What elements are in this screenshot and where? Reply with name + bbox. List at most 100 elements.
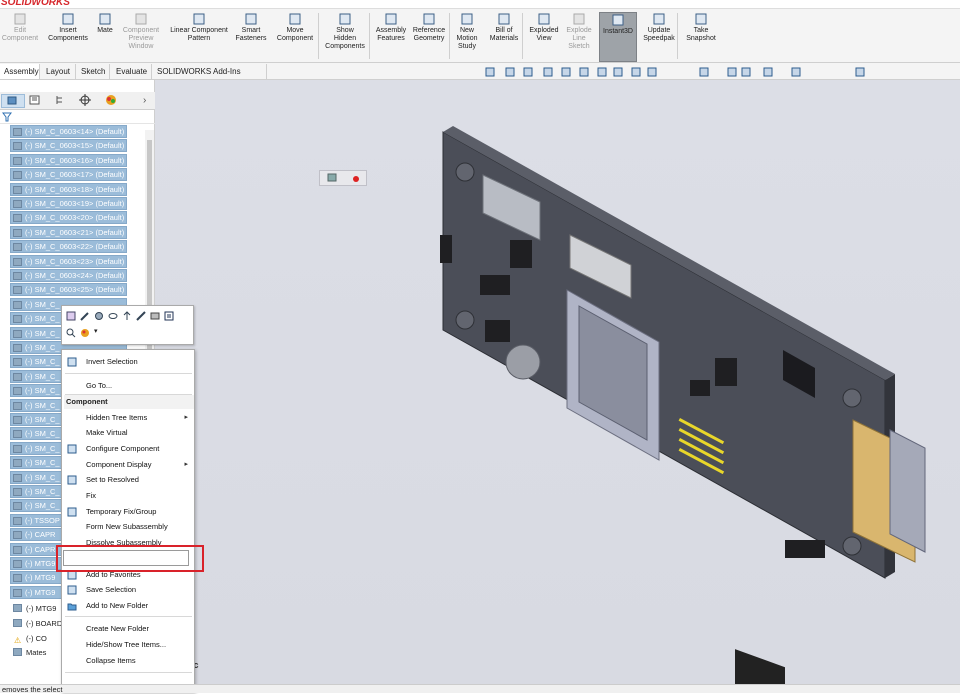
instant3d-button[interactable]: Instant3D — [599, 12, 637, 62]
view-orientation-icon[interactable] — [579, 67, 589, 77]
component-icon — [13, 257, 22, 266]
mate-button[interactable]: Mate — [94, 12, 116, 62]
reference-geometry-button[interactable]: Reference Geometry — [410, 12, 448, 62]
bill-of-materials-button[interactable]: Bill of Materials — [486, 12, 522, 62]
tree-item[interactable]: (-) SM_C_0603<14> (Default) — [10, 125, 127, 138]
pan-icon[interactable] — [741, 67, 751, 77]
smart-fasteners-icon — [245, 13, 257, 25]
menu-item-set-to-resolved[interactable]: Set to Resolved — [62, 472, 194, 487]
new-motion-study-button[interactable]: New Motion Study — [452, 12, 482, 62]
menu-item-collapse-items[interactable]: Collapse Items — [62, 653, 194, 668]
menu-item-add-to-new-folder[interactable]: Add to New Folder — [62, 598, 194, 613]
exploded-view-button[interactable]: Exploded View — [525, 12, 563, 62]
menu-item-hide-show-tree-items[interactable]: Hide/Show Tree Items... — [62, 637, 194, 652]
tab-evaluate[interactable]: Evaluate — [112, 64, 152, 79]
open-part-icon[interactable] — [136, 311, 146, 321]
menu-item-fix[interactable]: Fix — [62, 488, 194, 503]
pcb-model-render[interactable] — [155, 80, 960, 694]
previous-view-icon[interactable] — [523, 67, 533, 77]
zoom-icon[interactable] — [763, 67, 773, 77]
menu-item-invert-selection[interactable]: Invert Selection — [62, 354, 194, 369]
tree-item[interactable]: (-) SM_C_0603<16> (Default) — [10, 153, 127, 167]
change-transparency-icon[interactable] — [122, 311, 132, 321]
configuration-manager-tab-icon[interactable] — [49, 94, 73, 108]
menu-item-hidden-tree-items[interactable]: Hidden Tree Items ▸ — [62, 410, 194, 425]
tab-layout[interactable]: Layout — [42, 64, 76, 79]
take-snapshot-button[interactable]: Take Snapshot — [680, 12, 722, 62]
update-speedpak-button[interactable]: Update Speedpak — [641, 12, 677, 62]
tab-assembly[interactable]: Assembly — [0, 64, 40, 79]
tree-item[interactable]: (-) SM_C_0603<18> (Default) — [10, 182, 127, 196]
tree-item[interactable]: (-) SM_C_0603<25> (Default) — [10, 283, 127, 297]
tree-item-label: (-) SM_C_ — [25, 371, 60, 381]
property-manager-tab-icon[interactable] — [24, 94, 48, 108]
display-style-icon[interactable] — [597, 67, 607, 77]
apply-scene-icon[interactable] — [647, 67, 657, 77]
tree-item[interactable]: (-) SM_C_0603<20> (Default) — [10, 211, 127, 225]
view-settings-icon[interactable] — [699, 67, 709, 77]
edit-sketch-icon[interactable] — [80, 311, 90, 321]
monitor-icon[interactable] — [791, 67, 801, 77]
tree-item[interactable]: (-) SM_C_0603<22> (Default) — [10, 240, 127, 254]
move-component-icon — [289, 13, 301, 25]
section-view-icon[interactable] — [543, 67, 553, 77]
tree-filter-row[interactable] — [0, 110, 155, 124]
menu-item-goto[interactable]: Go To... — [62, 378, 194, 393]
menu-item-save-selection[interactable]: Save Selection — [62, 582, 194, 597]
tree-item[interactable]: (-) SM_C_0603<17> (Default) — [10, 168, 127, 182]
tree-item[interactable]: ⚠ (-) CO — [12, 632, 47, 645]
display-manager-tab-icon[interactable] — [100, 94, 124, 108]
tab-sketch[interactable]: Sketch — [77, 64, 110, 79]
edit-component-button[interactable]: Edit Component — [0, 12, 40, 62]
tree-item-mates[interactable]: Mates — [12, 646, 46, 659]
tree-item[interactable]: (-) SM_C_0603<23> (Default) — [10, 254, 127, 268]
smart-fasteners-button[interactable]: Smart Fasteners — [235, 12, 267, 62]
dynamic-annotation-icon[interactable] — [561, 67, 571, 77]
insert-components-button[interactable]: Insert Components — [44, 12, 92, 62]
filter-icon[interactable] — [2, 112, 12, 122]
tree-item[interactable]: (-) SM_C_0603<15> (Default) — [10, 139, 127, 153]
tree-item[interactable]: (-) SM_C_0603<24> (Default) — [10, 269, 127, 282]
graphics-viewport[interactable]: ic — [155, 80, 960, 694]
appearance-dropdown-arrow-icon[interactable]: ▾ — [94, 327, 98, 335]
hide-show-items-icon[interactable] — [613, 67, 623, 77]
tab-solidworks-add-ins[interactable]: SOLIDWORKS Add-Ins — [153, 64, 267, 79]
feature-manager-tab-icon[interactable] — [1, 94, 25, 108]
tree-item-label: (-) SM_C_0603<14> (Default) — [25, 127, 125, 136]
menu-item-configure-component[interactable]: Configure Component — [62, 441, 194, 456]
menu-item-make-virtual[interactable]: Make Virtual — [62, 425, 194, 440]
hide-component-icon[interactable] — [108, 311, 118, 321]
menu-item-label: Collapse Items — [86, 656, 136, 665]
component-properties-icon[interactable] — [164, 311, 174, 321]
show-hidden-components-button[interactable]: Show Hidden Components — [325, 12, 365, 62]
zoom-to-fit-icon[interactable] — [485, 67, 495, 77]
linear-component-pattern-button[interactable]: Linear Component Pattern — [164, 12, 234, 62]
zoom-to-area-icon[interactable] — [505, 67, 515, 77]
appearance-icon[interactable] — [80, 328, 90, 338]
dimxpert-tab-icon[interactable] — [74, 94, 98, 108]
menu-item-temporary-fix[interactable]: Temporary Fix/Group — [62, 504, 194, 519]
tree-item[interactable]: (-) BOARD — [12, 617, 62, 630]
edit-appearance-icon[interactable] — [631, 67, 641, 77]
tree-item[interactable]: (-) SM_C_0603<21> (Default) — [10, 225, 127, 239]
tree-item[interactable]: (-) SM_C_0603<19> (Default) — [10, 197, 127, 210]
menu-item-create-new-folder[interactable]: Create New Folder — [62, 621, 194, 636]
edit-part-icon[interactable] — [66, 311, 76, 321]
explode-line-sketch-button[interactable]: Explode Line Sketch — [563, 12, 595, 62]
menu-item-form-new-subassembly[interactable]: Form New Subassembly — [62, 519, 194, 534]
component-preview-window-button[interactable]: Component Preview Window — [118, 12, 164, 62]
zoom-to-selection-icon[interactable] — [66, 328, 76, 338]
reference-geometry-icon — [423, 13, 435, 25]
tree-item-label: (-) SM_C_ — [25, 314, 60, 324]
mate-context-icon[interactable] — [94, 311, 104, 321]
menu-item-component-display[interactable]: Component Display ▸ — [62, 457, 194, 472]
tree-item[interactable]: (-) MTG9 — [12, 602, 56, 615]
panel-expand-chevron-icon[interactable]: › — [143, 95, 146, 106]
move-component-button[interactable]: Move Component — [270, 12, 320, 62]
viewport-assembly-tab[interactable] — [319, 170, 367, 186]
rotate-view-icon[interactable] — [727, 67, 737, 77]
rebuild-icon[interactable] — [150, 311, 160, 321]
assembly-features-button[interactable]: Assembly Features — [372, 12, 410, 62]
search-icon[interactable] — [855, 67, 865, 77]
component-icon — [13, 473, 22, 482]
